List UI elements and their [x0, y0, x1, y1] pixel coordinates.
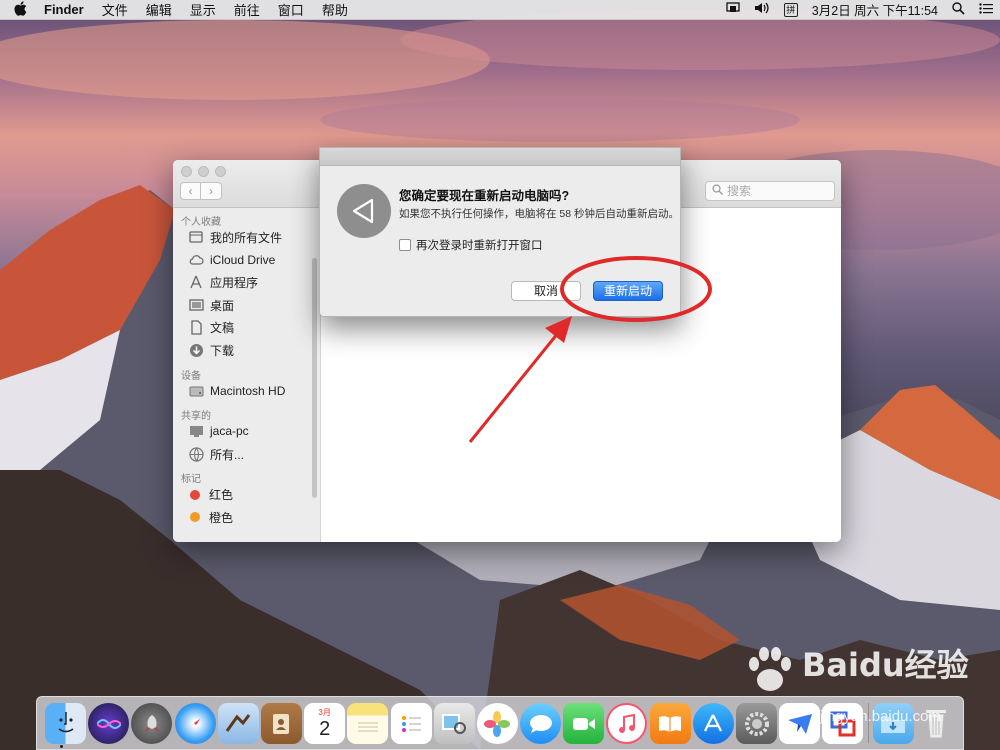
- siri-icon[interactable]: [88, 703, 130, 744]
- cancel-button[interactable]: 取消: [511, 281, 581, 301]
- menu-edit[interactable]: 编辑: [137, 0, 181, 19]
- all-files-icon: [188, 229, 204, 245]
- back-button[interactable]: ‹: [180, 182, 201, 200]
- restart-button[interactable]: 重新启动: [593, 281, 663, 301]
- forward-button[interactable]: ›: [201, 182, 222, 200]
- photos-icon[interactable]: [476, 703, 518, 744]
- documents-icon: [188, 320, 204, 336]
- reopen-windows-option[interactable]: 再次登录时重新打开窗口: [399, 237, 543, 253]
- red-tag-dot: [190, 489, 200, 500]
- paw-logo-icon: [749, 647, 791, 691]
- sidebar-item-macintosh-hd[interactable]: Macintosh HD: [173, 380, 320, 403]
- sidebar-section-favorites: 个人收藏: [181, 217, 221, 228]
- watermark: Baidu经验 jingyan.baidu.com: [740, 640, 980, 730]
- calendar-icon[interactable]: 3月 2: [304, 703, 346, 744]
- sidebar-item-label: 橙色: [209, 510, 234, 525]
- network-icon: [188, 446, 204, 462]
- menu-help[interactable]: 帮助: [313, 0, 357, 19]
- sidebar-item-icloud[interactable]: iCloud Drive: [173, 249, 320, 272]
- watermark-url: jingyan.baidu.com: [820, 708, 941, 725]
- reminders-icon[interactable]: [390, 703, 432, 744]
- desktop-icon: [188, 297, 204, 313]
- minimize-window-button[interactable]: [198, 166, 209, 177]
- menu-go[interactable]: 前往: [225, 0, 269, 19]
- disk-icon: [188, 383, 204, 399]
- notes-icon[interactable]: [347, 703, 389, 744]
- sidebar-item-all-files[interactable]: 我的所有文件: [173, 226, 320, 249]
- sidebar-item-tag-red[interactable]: 红色: [173, 483, 320, 506]
- sidebar-scrollbar[interactable]: [312, 258, 317, 498]
- menu-clock[interactable]: 3月2日 周六 下午11:54: [805, 0, 945, 19]
- safari-icon[interactable]: [174, 703, 216, 744]
- spotlight-icon[interactable]: [945, 1, 972, 18]
- sidebar-item-applications[interactable]: 应用程序: [173, 271, 320, 294]
- applications-icon: [188, 274, 204, 290]
- sidebar-item-label: jaca-pc: [210, 424, 249, 439]
- cloud-icon: [188, 252, 204, 268]
- reopen-windows-label: 再次登录时重新打开窗口: [416, 240, 543, 252]
- sidebar-item-label: Macintosh HD: [210, 383, 286, 398]
- facetime-icon[interactable]: [563, 703, 605, 744]
- sidebar-item-label: 所有...: [210, 447, 245, 462]
- sidebar-item-label: 应用程序: [210, 275, 259, 290]
- calendar-day: 2: [319, 717, 331, 740]
- reopen-windows-checkbox[interactable]: [399, 239, 411, 251]
- menu-window[interactable]: 窗口: [269, 0, 313, 19]
- sidebar-item-label: 红色: [209, 488, 234, 503]
- books-icon[interactable]: [649, 703, 691, 744]
- preview-icon[interactable]: [433, 703, 475, 744]
- sidebar-section-devices: 设备: [181, 370, 201, 382]
- finder-sidebar: 个人收藏 我的所有文件 iCloud Drive 应用程序 桌面 文稿 下载 设…: [173, 208, 321, 542]
- apple-icon[interactable]: [0, 0, 40, 19]
- sidebar-item-tag-orange[interactable]: 橙色: [173, 506, 320, 529]
- sidebar-item-downloads[interactable]: 下载: [173, 339, 320, 362]
- watermark-brand: Baidu经验: [802, 646, 969, 684]
- sidebar-item-label: 我的所有文件: [210, 230, 283, 245]
- dialog-title-bar: [320, 148, 680, 166]
- calendar-month: 3月: [318, 707, 331, 717]
- input-method-icon[interactable]: 拼: [777, 2, 805, 17]
- sidebar-item-jaca-pc[interactable]: jaca-pc: [173, 420, 320, 443]
- finder-running-indicator: [60, 745, 63, 748]
- finder-icon[interactable]: [45, 703, 86, 744]
- restart-alert-icon: [337, 184, 391, 238]
- search-field[interactable]: 搜索: [705, 181, 835, 201]
- restart-dialog: 您确定要现在重新启动电脑吗? 如果您不执行任何操作，电脑将在 58 秒钟后自动重…: [319, 147, 681, 317]
- menu-view[interactable]: 显示: [181, 0, 225, 19]
- app-store-icon[interactable]: [692, 703, 734, 744]
- menu-app-name[interactable]: Finder: [40, 2, 93, 17]
- sidebar-item-label: 下载: [210, 343, 235, 358]
- input-method-badge: 拼: [783, 3, 798, 17]
- dialog-title: 您确定要现在重新启动电脑吗?: [399, 189, 570, 203]
- dialog-message: 如果您不执行任何操作，电脑将在 58 秒钟后自动重新启动。: [399, 208, 680, 220]
- downloads-icon: [188, 342, 204, 358]
- screen-mirroring-icon[interactable]: [719, 2, 747, 17]
- sidebar-item-label: 桌面: [210, 298, 235, 313]
- sidebar-item-all-shared[interactable]: 所有...: [173, 443, 320, 466]
- sidebar-item-label: 文稿: [210, 321, 235, 336]
- menu-file[interactable]: 文件: [93, 0, 137, 19]
- orange-tag-dot: [190, 512, 200, 523]
- search-icon: [712, 182, 723, 200]
- messages-icon[interactable]: [520, 703, 562, 744]
- launchpad-icon[interactable]: [131, 703, 173, 744]
- search-placeholder: 搜索: [727, 184, 752, 198]
- music-icon[interactable]: [606, 703, 648, 744]
- sidebar-section-shared: 共享的: [181, 411, 211, 423]
- sidebar-section-tags: 标记: [181, 474, 201, 486]
- zoom-window-button[interactable]: [215, 166, 226, 177]
- mail-icon[interactable]: [217, 703, 259, 744]
- notification-center-icon[interactable]: [972, 2, 1000, 17]
- sidebar-item-documents[interactable]: 文稿: [173, 316, 320, 339]
- computer-icon: [188, 423, 204, 439]
- volume-icon[interactable]: [747, 2, 777, 17]
- navigation-buttons: ‹ ›: [180, 182, 222, 200]
- close-window-button[interactable]: [181, 166, 192, 177]
- menu-bar: Finder 文件 编辑 显示 前往 窗口 帮助 拼 3月2日 周六 下午11:…: [0, 0, 1000, 20]
- sidebar-item-label: iCloud Drive: [210, 252, 276, 267]
- sidebar-item-desktop[interactable]: 桌面: [173, 294, 320, 317]
- contacts-icon[interactable]: [260, 703, 302, 744]
